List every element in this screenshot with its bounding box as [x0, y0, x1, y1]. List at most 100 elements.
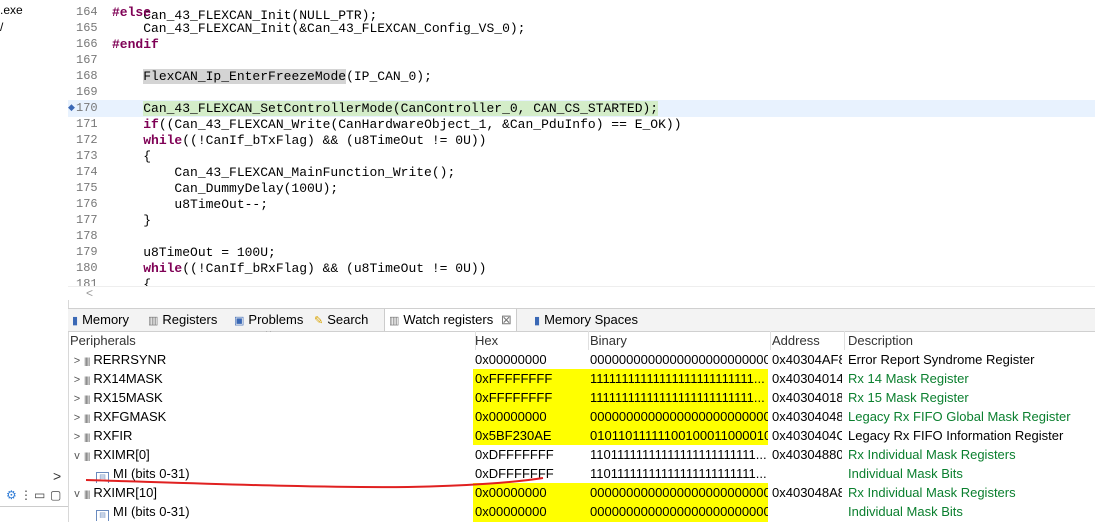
peripheral-name-cell[interactable]: > |||| RERRSYNR [68, 350, 475, 369]
tab-memory[interactable]: ▮ Memory [72, 309, 129, 331]
tab-problems[interactable]: ▣ Problems [234, 309, 303, 331]
collapse-chevron-icon[interactable]: > [70, 428, 84, 445]
minimize-icon[interactable]: ▭ [34, 488, 45, 502]
table-row[interactable]: > |||| RERRSYNR 0x00000000 00000000000000000… [68, 350, 1095, 369]
binary-cell[interactable]: 00000000000000000000000000... [588, 350, 768, 369]
address-cell[interactable] [770, 502, 842, 521]
hex-cell-value: 0xFFFFFFFF [475, 390, 553, 405]
address-cell[interactable] [770, 464, 842, 483]
tab-search[interactable]: ✎ Search [314, 309, 368, 331]
description-cell[interactable]: Rx Individual Mask Registers [846, 445, 1095, 464]
table-row[interactable]: > |||| RX14MASK 0xFFFFFFFF 11111111111111111… [68, 369, 1095, 388]
hex-cell[interactable]: 0x00000000 [473, 483, 588, 502]
hex-cell[interactable]: 0x00000000 [473, 350, 588, 369]
peripheral-name-cell[interactable]: v |||| RXIMR[10] [68, 483, 475, 502]
address-cell[interactable]: 0x4030404C [770, 426, 842, 445]
table-row[interactable]: > |||| RXFIR 0x5BF230AE 01011011111100100011… [68, 426, 1095, 445]
description-cell[interactable]: Legacy Rx FIFO Global Mask Register [846, 407, 1095, 426]
code-editor[interactable]: Can_43_FLEXCAN_Init(NULL_PTR); 164 #else 1… [68, 0, 1095, 300]
collapse-chevron-icon[interactable]: > [70, 390, 84, 407]
peripheral-name-cell[interactable]: > |||| RXFGMASK [68, 407, 475, 426]
scroll-left-icon[interactable]: < [86, 286, 93, 300]
maximize-icon[interactable]: ▢ [50, 488, 61, 502]
tab-watch-registers[interactable]: ▥ Watch registers ⊠ [384, 309, 517, 331]
expand-chevron-icon[interactable]: v [70, 447, 84, 464]
description-cell[interactable]: Individual Mask Bits [846, 502, 1095, 521]
description-cell-value: Legacy Rx FIFO Information Register [848, 428, 1064, 443]
binary-cell[interactable]: 11011111111111111111111111... [588, 464, 768, 483]
expand-chevron-icon[interactable]: v [70, 485, 84, 502]
binary-cell[interactable]: 00000000000000000000000000... [588, 407, 768, 426]
code-text: Can_43_FLEXCAN_SetControllerMode(CanCont… [143, 101, 659, 116]
breakpoint-marker-icon[interactable]: ◆ [68, 100, 75, 117]
table-row[interactable]: > |||| RXFGMASK 0x00000000 00000000000000000… [68, 407, 1095, 426]
table-row[interactable]: ▤ MI (bits 0-31) 0x00000000 000000000000000… [68, 502, 1095, 521]
peripheral-name-cell[interactable]: > |||| RX15MASK [68, 388, 475, 407]
code-line: 173 { [68, 148, 1095, 165]
description-cell[interactable]: Rx Individual Mask Registers [846, 483, 1095, 502]
close-icon[interactable]: ⊠ [501, 312, 512, 327]
project-tree-item[interactable]: / [0, 20, 60, 34]
column-header-peripherals[interactable]: Peripherals ^ [68, 331, 476, 350]
peripheral-name-cell[interactable]: ▤ MI (bits 0-31) [68, 502, 487, 521]
horizontal-scrollbar[interactable]: < [68, 286, 1095, 300]
binary-cell[interactable]: 11011111111111111111111111... [588, 445, 768, 464]
project-tree-item[interactable]: .exe [0, 3, 60, 17]
address-cell[interactable]: 0x40304014 [770, 369, 842, 388]
peripheral-name-cell[interactable]: > |||| RXFIR [68, 426, 475, 445]
scroll-right-icon[interactable]: > [53, 468, 61, 484]
peripheral-name-cell[interactable]: v |||| RXIMR[0] [68, 445, 475, 464]
tab-memory-spaces[interactable]: ▮ Memory Spaces [534, 309, 638, 331]
tab-label: Watch registers [403, 312, 494, 327]
collapse-chevron-icon[interactable]: > [70, 409, 84, 426]
binary-cell-value: 11111111111111111111111111... [590, 390, 765, 405]
tab-registers[interactable]: ▥ Registers [148, 309, 217, 331]
description-cell[interactable]: Rx 15 Mask Register [846, 388, 1095, 407]
address-cell[interactable]: 0x40304880 [770, 445, 842, 464]
peripheral-name-cell[interactable]: > |||| RX14MASK [68, 369, 475, 388]
binary-cell-value: 00000000000000000000000000... [590, 485, 768, 500]
table-row[interactable]: v |||| RXIMR[0] 0xDFFFFFFF 11011111111111111… [68, 445, 1095, 464]
binary-cell[interactable]: 00000000000000000000000000... [588, 502, 768, 521]
description-cell-value: Legacy Rx FIFO Global Mask Register [848, 409, 1071, 424]
binary-cell[interactable]: 01011011111100100011000010... [588, 426, 768, 445]
table-row[interactable]: > |||| RX15MASK 0xFFFFFFFF 11111111111111111… [68, 388, 1095, 407]
hex-cell-value: 0xDFFFFFFF [475, 447, 554, 462]
hex-cell[interactable]: 0x5BF230AE [473, 426, 588, 445]
settings-icon[interactable]: ⚙ [6, 488, 17, 502]
address-cell[interactable]: 0x40304AF8 [770, 350, 842, 369]
hex-cell[interactable]: 0x00000000 [473, 502, 588, 521]
address-cell[interactable]: 0x403048A8 [770, 483, 842, 502]
description-cell[interactable]: Legacy Rx FIFO Information Register [846, 426, 1095, 445]
peripheral-name: RXIMR[0] [93, 447, 150, 462]
collapse-chevron-icon[interactable]: > [70, 371, 84, 388]
binary-cell[interactable]: 11111111111111111111111111... [588, 388, 768, 407]
code-line: 174 Can_43_FLEXCAN_MainFunction_Write(); [68, 164, 1095, 181]
line-number: 166 [76, 37, 98, 51]
description-cell[interactable]: Error Report Syndrome Register [846, 350, 1095, 369]
hex-cell[interactable]: 0xDFFFFFFF [473, 464, 588, 483]
description-cell[interactable]: Rx 14 Mask Register [846, 369, 1095, 388]
hex-cell[interactable]: 0xFFFFFFFF [473, 388, 588, 407]
line-number: 169 [76, 85, 98, 99]
column-header-description[interactable]: Description [846, 331, 1095, 350]
binary-cell[interactable]: 11111111111111111111111111... [588, 369, 768, 388]
address-cell[interactable]: 0x40304018 [770, 388, 842, 407]
view-menu-icon[interactable]: ⋮ [20, 488, 32, 502]
column-header-address[interactable]: Address [770, 331, 845, 350]
peripheral-name: MI (bits 0-31) [113, 504, 190, 519]
column-header-hex[interactable]: Hex [473, 331, 589, 350]
hex-cell[interactable]: 0x00000000 [473, 407, 588, 426]
hex-cell[interactable]: 0xDFFFFFFF [473, 445, 588, 464]
peripheral-name-cell[interactable]: ▤ MI (bits 0-31) [68, 464, 487, 483]
address-cell[interactable]: 0x40304048 [770, 407, 842, 426]
description-cell[interactable]: Individual Mask Bits [846, 464, 1095, 483]
hex-cell[interactable]: 0xFFFFFFFF [473, 369, 588, 388]
column-header-binary[interactable]: Binary [588, 331, 771, 350]
collapse-chevron-icon[interactable]: > [70, 352, 84, 369]
table-row[interactable]: v |||| RXIMR[10] 0x00000000 0000000000000000… [68, 483, 1095, 502]
code-text: } [112, 213, 152, 228]
code-text: u8TimeOut--; [112, 197, 269, 212]
table-row[interactable]: ▤ MI (bits 0-31) 0xDFFFFFFF 110111111111111… [68, 464, 1095, 483]
binary-cell[interactable]: 00000000000000000000000000... [588, 483, 768, 502]
